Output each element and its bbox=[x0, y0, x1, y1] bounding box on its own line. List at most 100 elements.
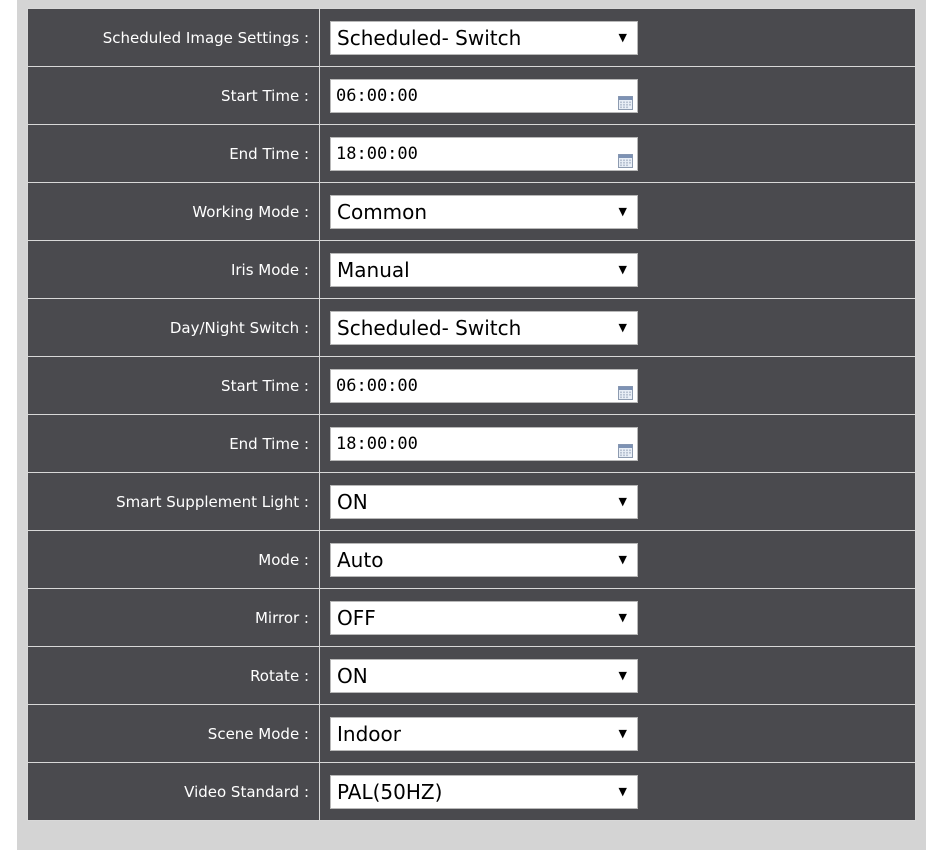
setting-label: End Time : bbox=[27, 414, 320, 473]
select-value: Scheduled- Switch bbox=[337, 315, 522, 340]
setting-label: Working Mode : bbox=[27, 182, 320, 241]
settings-row: Day/Night Switch : Scheduled- Switch ▼ bbox=[27, 298, 916, 357]
setting-label: Start Time : bbox=[27, 66, 320, 125]
select-value: OFF bbox=[337, 605, 376, 630]
chevron-down-icon[interactable]: ▼ bbox=[619, 196, 627, 228]
settings-row: End Time : 18:00:00 bbox=[27, 414, 916, 473]
setting-select[interactable]: PAL(50HZ) ▼ bbox=[330, 774, 638, 809]
setting-select[interactable]: ON ▼ bbox=[330, 484, 638, 519]
setting-select[interactable]: Scheduled- Switch ▼ bbox=[330, 310, 638, 345]
setting-select[interactable]: Manual ▼ bbox=[330, 252, 638, 287]
settings-row: Start Time : 06:00:00 bbox=[27, 356, 916, 415]
setting-label: Iris Mode : bbox=[27, 240, 320, 299]
setting-label-text: Start Time : bbox=[221, 86, 309, 105]
select-value: ON bbox=[337, 489, 368, 514]
select-value: PAL(50HZ) bbox=[337, 779, 443, 804]
settings-row: Start Time : 06:00:00 bbox=[27, 66, 916, 125]
settings-row: Scene Mode : Indoor ▼ bbox=[27, 704, 916, 763]
setting-label: Start Time : bbox=[27, 356, 320, 415]
setting-value-cell: Common ▼ bbox=[319, 182, 916, 241]
chevron-down-icon[interactable]: ▼ bbox=[619, 254, 627, 286]
setting-value-cell: ON ▼ bbox=[319, 472, 916, 531]
settings-row: Scheduled Image Settings : Scheduled- Sw… bbox=[27, 8, 916, 67]
setting-label: Mirror : bbox=[27, 588, 320, 647]
setting-label: Scene Mode : bbox=[27, 704, 320, 763]
time-input[interactable]: 18:00:00 bbox=[330, 136, 638, 171]
setting-select[interactable]: Auto ▼ bbox=[330, 542, 638, 577]
settings-row: Iris Mode : Manual ▼ bbox=[27, 240, 916, 299]
setting-label: Video Standard : bbox=[27, 762, 320, 821]
setting-label-text: Rotate : bbox=[250, 666, 309, 685]
settings-row: Video Standard : PAL(50HZ) ▼ bbox=[27, 762, 916, 821]
chevron-down-icon[interactable]: ▼ bbox=[619, 718, 627, 750]
calendar-icon[interactable] bbox=[618, 437, 633, 458]
setting-label-text: Day/Night Switch : bbox=[169, 318, 309, 337]
setting-select[interactable]: ON ▼ bbox=[330, 658, 638, 693]
settings-panel: Scheduled Image Settings : Scheduled- Sw… bbox=[17, 0, 926, 850]
setting-label: Smart Supplement Light : bbox=[27, 472, 320, 531]
setting-label-text: End Time : bbox=[229, 144, 309, 163]
setting-value-cell: Scheduled- Switch ▼ bbox=[319, 298, 916, 357]
setting-value-cell: 18:00:00 bbox=[319, 414, 916, 473]
setting-value-cell: 18:00:00 bbox=[319, 124, 916, 183]
settings-row: Rotate : ON ▼ bbox=[27, 646, 916, 705]
select-value: ON bbox=[337, 663, 368, 688]
settings-row: Working Mode : Common ▼ bbox=[27, 182, 916, 241]
setting-label: Scheduled Image Settings : bbox=[27, 8, 320, 67]
setting-value-cell: Auto ▼ bbox=[319, 530, 916, 589]
setting-label: Rotate : bbox=[27, 646, 320, 705]
setting-select[interactable]: OFF ▼ bbox=[330, 600, 638, 635]
chevron-down-icon[interactable]: ▼ bbox=[619, 602, 627, 634]
setting-label: End Time : bbox=[27, 124, 320, 183]
calendar-icon[interactable] bbox=[618, 89, 633, 110]
select-value: Common bbox=[337, 199, 428, 224]
setting-label-text: Scheduled Image Settings : bbox=[102, 28, 309, 47]
settings-rows: Scheduled Image Settings : Scheduled- Sw… bbox=[27, 8, 916, 821]
setting-select[interactable]: Common ▼ bbox=[330, 194, 638, 229]
time-value: 06:00:00 bbox=[336, 375, 418, 396]
select-value: Indoor bbox=[337, 721, 401, 746]
select-value: Manual bbox=[337, 257, 410, 282]
setting-value-cell: Indoor ▼ bbox=[319, 704, 916, 763]
chevron-down-icon[interactable]: ▼ bbox=[619, 660, 627, 692]
setting-label-text: Mirror : bbox=[254, 608, 309, 627]
time-value: 18:00:00 bbox=[336, 433, 418, 454]
setting-label: Day/Night Switch : bbox=[27, 298, 320, 357]
time-value: 18:00:00 bbox=[336, 143, 418, 164]
setting-label-text: End Time : bbox=[229, 434, 309, 453]
setting-label-text: Scene Mode : bbox=[207, 724, 309, 743]
setting-label-text: Smart Supplement Light : bbox=[116, 492, 309, 511]
setting-value-cell: 06:00:00 bbox=[319, 356, 916, 415]
setting-label: Mode : bbox=[27, 530, 320, 589]
select-value: Scheduled- Switch bbox=[337, 25, 522, 50]
chevron-down-icon[interactable]: ▼ bbox=[619, 22, 627, 54]
settings-row: Mirror : OFF ▼ bbox=[27, 588, 916, 647]
image-settings-table: Scheduled Image Settings : Scheduled- Sw… bbox=[27, 8, 916, 821]
calendar-icon[interactable] bbox=[618, 379, 633, 400]
time-input[interactable]: 06:00:00 bbox=[330, 368, 638, 403]
setting-label-text: Iris Mode : bbox=[230, 260, 309, 279]
setting-label-text: Video Standard : bbox=[184, 782, 309, 801]
time-value: 06:00:00 bbox=[336, 85, 418, 106]
setting-select[interactable]: Indoor ▼ bbox=[330, 716, 638, 751]
settings-row: Mode : Auto ▼ bbox=[27, 530, 916, 589]
select-value: Auto bbox=[337, 547, 384, 572]
setting-value-cell: OFF ▼ bbox=[319, 588, 916, 647]
setting-label-text: Working Mode : bbox=[192, 202, 309, 221]
settings-row: End Time : 18:00:00 bbox=[27, 124, 916, 183]
setting-label-text: Start Time : bbox=[221, 376, 309, 395]
setting-select[interactable]: Scheduled- Switch ▼ bbox=[330, 20, 638, 55]
setting-value-cell: ON ▼ bbox=[319, 646, 916, 705]
setting-value-cell: 06:00:00 bbox=[319, 66, 916, 125]
chevron-down-icon[interactable]: ▼ bbox=[619, 312, 627, 344]
setting-value-cell: Manual ▼ bbox=[319, 240, 916, 299]
time-input[interactable]: 06:00:00 bbox=[330, 78, 638, 113]
time-input[interactable]: 18:00:00 bbox=[330, 426, 638, 461]
setting-label-text: Mode : bbox=[258, 550, 309, 569]
chevron-down-icon[interactable]: ▼ bbox=[619, 776, 627, 808]
setting-value-cell: PAL(50HZ) ▼ bbox=[319, 762, 916, 821]
chevron-down-icon[interactable]: ▼ bbox=[619, 486, 627, 518]
chevron-down-icon[interactable]: ▼ bbox=[619, 544, 627, 576]
settings-row: Smart Supplement Light : ON ▼ bbox=[27, 472, 916, 531]
calendar-icon[interactable] bbox=[618, 147, 633, 168]
